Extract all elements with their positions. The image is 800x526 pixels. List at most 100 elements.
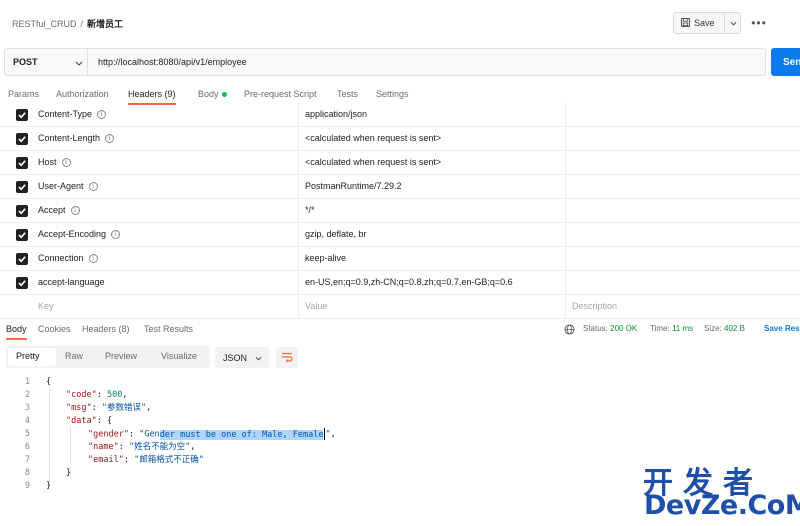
row-checkbox[interactable]: [16, 109, 28, 121]
row-checkbox[interactable]: [16, 205, 28, 217]
request-bar: POST http://localhost:8080/api/v1/employ…: [4, 48, 766, 76]
time-label: Time:: [650, 324, 670, 333]
line-number: 4: [24, 416, 30, 426]
row-checkbox[interactable]: [16, 133, 28, 145]
code-text: "code": 500,: [66, 390, 128, 400]
tab-response-body[interactable]: Body: [6, 324, 27, 340]
tab-body[interactable]: Body: [198, 89, 227, 99]
status-label: Status:: [583, 324, 608, 333]
method-label: POST: [13, 57, 38, 67]
row-checkbox[interactable]: [16, 277, 28, 289]
value-placeholder[interactable]: Value: [305, 301, 327, 311]
tab-response-headers[interactable]: Headers (8): [82, 324, 130, 334]
save-options-button[interactable]: [724, 13, 741, 33]
response-tabs: Body Cookies Headers (8) Test Results St…: [0, 322, 800, 340]
header-value[interactable]: keep-alive: [305, 253, 346, 263]
json-value: "邮箱格式不正确": [134, 455, 204, 465]
code-line: 1 {: [0, 376, 640, 389]
header-key[interactable]: Host i: [38, 157, 71, 168]
line-number: 7: [24, 455, 30, 465]
header-key[interactable]: Accept i: [38, 205, 80, 216]
tab-pre-request-script[interactable]: Pre-request Script: [244, 89, 317, 99]
header-key[interactable]: accept-language: [38, 277, 105, 287]
code-line: 7 "email": "邮箱格式不正确": [0, 454, 640, 467]
url-input[interactable]: http://localhost:8080/api/v1/employee: [98, 57, 247, 67]
tab-preview[interactable]: Preview: [105, 351, 137, 361]
row-checkbox[interactable]: [16, 157, 28, 169]
header-value[interactable]: PostmanRuntime/7.29.2: [305, 181, 402, 191]
info-icon: i: [61, 158, 71, 168]
method-select[interactable]: POST: [5, 49, 88, 75]
tab-tests[interactable]: Tests: [337, 89, 358, 99]
code-text: {: [46, 376, 51, 389]
header-key[interactable]: Content-Length i: [38, 133, 115, 144]
format-select[interactable]: JSON: [215, 347, 269, 368]
row-checkbox[interactable]: [16, 253, 28, 265]
key-placeholder[interactable]: Key: [38, 301, 54, 311]
row-checkbox[interactable]: [16, 229, 28, 241]
tab-headers[interactable]: Headers (9): [128, 89, 176, 105]
header-value[interactable]: en-US,en;q=0.9,zh-CN;q=0.8,zh;q=0.7,en-G…: [305, 277, 513, 287]
code-text: "data": {: [66, 416, 113, 426]
tab-authorization[interactable]: Authorization: [56, 89, 109, 99]
table-row: User-Agent i PostmanRuntime/7.29.2: [0, 175, 800, 199]
json-key: "msg": [66, 403, 92, 413]
tab-params[interactable]: Params: [8, 89, 39, 99]
tab-settings[interactable]: Settings: [376, 89, 409, 99]
row-checkbox[interactable]: [16, 181, 28, 193]
header-value[interactable]: <calculated when request is sent>: [305, 157, 441, 167]
globe-icon[interactable]: [564, 324, 575, 337]
response-body-editor[interactable]: 1 { 2 "code": 500, 3 "msg": "参数错误", 4 "d…: [0, 376, 640, 493]
table-row: Accept i */*: [0, 199, 800, 223]
time-value: 11 ms: [671, 324, 694, 333]
header-key-text: Accept: [38, 205, 66, 215]
info-icon: i: [70, 206, 80, 216]
header-key[interactable]: Accept-Encoding i: [38, 229, 121, 240]
header-key[interactable]: Content-Type i: [38, 109, 107, 120]
info-icon: i: [111, 230, 121, 240]
json-key: "data": [66, 416, 97, 426]
header-value[interactable]: <calculated when request is sent>: [305, 133, 441, 143]
brace: }: [66, 468, 72, 478]
json-value-part: ": [325, 429, 331, 440]
info-icon: i: [88, 182, 98, 192]
code-line: 9 }: [0, 480, 640, 493]
breadcrumb-request[interactable]: 新增员工: [87, 19, 123, 29]
wrap-lines-icon: [281, 352, 293, 364]
header-key-text: Host: [38, 157, 57, 167]
code-text: "gender": "Gender must be one of: Male, …: [88, 428, 336, 440]
header-value[interactable]: */*: [305, 205, 315, 215]
selected-text: der must be one of: Male, Female: [159, 429, 324, 440]
save-response-button[interactable]: Save Res: [764, 324, 800, 333]
header-key-text: Content-Length: [38, 133, 101, 143]
line-number: 5: [24, 429, 30, 439]
status-readout: Status: 200 OK: [583, 324, 637, 333]
json-value-part: "Gen: [139, 429, 160, 440]
size-label: Size:: [704, 324, 722, 333]
header-value[interactable]: gzip, deflate, br: [305, 229, 367, 239]
header-key[interactable]: User-Agent i: [38, 181, 98, 192]
json-key: "email": [88, 455, 124, 465]
tab-cookies[interactable]: Cookies: [38, 324, 71, 334]
more-options-button[interactable]: •••: [750, 14, 768, 32]
tab-raw[interactable]: Raw: [65, 351, 83, 361]
save-button[interactable]: Save: [674, 13, 724, 33]
tab-test-results[interactable]: Test Results: [144, 324, 193, 334]
code-text: "msg": "参数错误",: [66, 403, 152, 413]
header-key-text: Connection: [38, 253, 84, 263]
json-value: "参数错误": [101, 403, 147, 413]
tab-pretty[interactable]: Pretty: [16, 351, 40, 361]
wrap-lines-button[interactable]: [276, 347, 298, 368]
breadcrumb-collection[interactable]: RESTful_CRUD: [12, 19, 77, 29]
header-value[interactable]: application/json: [305, 109, 367, 119]
table-row-placeholder: Key Value Description: [0, 295, 800, 319]
json-value: "姓名不能为空": [128, 442, 191, 452]
send-button[interactable]: Sen: [771, 48, 800, 76]
header-key[interactable]: Connection i: [38, 253, 98, 264]
format-tabs: Pretty Raw Preview Visualize: [6, 346, 210, 368]
size-readout: Size: 402 B: [704, 324, 745, 333]
code-line: 4 "data": {: [0, 415, 640, 428]
header-key-text: User-Agent: [38, 181, 84, 191]
tab-visualize[interactable]: Visualize: [161, 351, 197, 361]
description-placeholder[interactable]: Description: [572, 301, 617, 311]
